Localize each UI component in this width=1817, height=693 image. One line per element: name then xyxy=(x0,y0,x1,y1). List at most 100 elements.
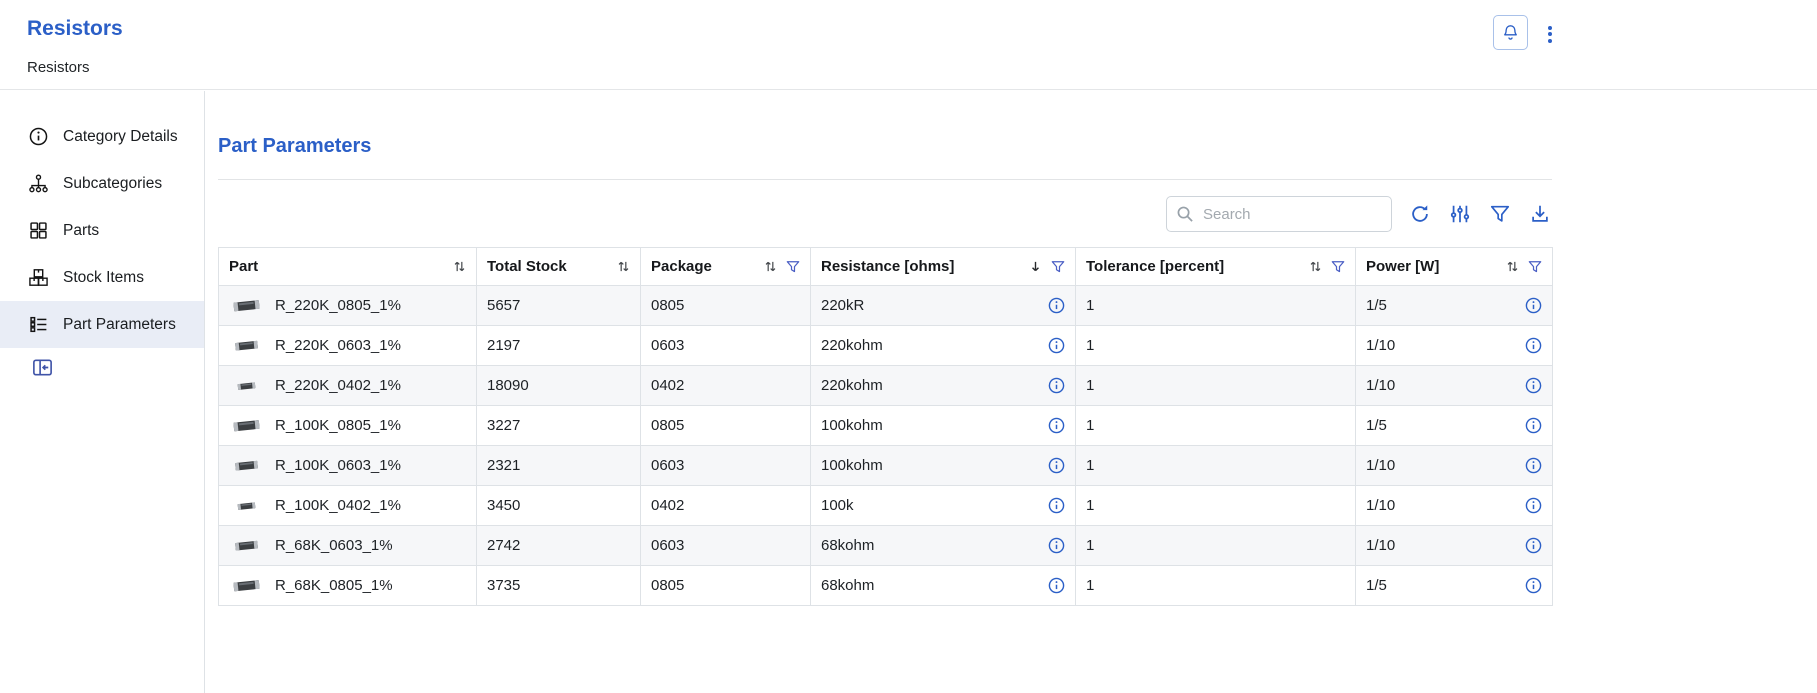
part-name-link[interactable]: R_68K_0805_1% xyxy=(275,577,393,594)
resistance-cell: 100kohm xyxy=(811,406,1076,446)
info-icon[interactable] xyxy=(1524,297,1542,315)
info-icon[interactable] xyxy=(1047,537,1065,555)
info-icon[interactable] xyxy=(1047,377,1065,395)
breadcrumb[interactable]: Resistors xyxy=(27,59,90,76)
info-icon[interactable] xyxy=(1524,577,1542,595)
section-title: Part Parameters xyxy=(218,134,1817,158)
resistance-cell: 100k xyxy=(811,486,1076,526)
column-header-resistance[interactable]: Resistance [ohms] xyxy=(811,248,1076,286)
info-icon[interactable] xyxy=(1524,537,1542,555)
info-icon[interactable] xyxy=(1524,417,1542,435)
notifications-button[interactable] xyxy=(1493,15,1528,50)
sidebar-item-parts[interactable]: Parts xyxy=(0,207,204,254)
main-panel: Part Parameters xyxy=(206,91,1817,693)
collapse-sidebar-button[interactable] xyxy=(30,355,54,379)
power-cell: 1/10 xyxy=(1356,486,1553,526)
resistance-cell: 220kohm xyxy=(811,326,1076,366)
search-input[interactable] xyxy=(1166,196,1392,232)
power-cell: 1/10 xyxy=(1356,326,1553,366)
sidebar-item-label: Stock Items xyxy=(63,269,144,287)
info-icon[interactable] xyxy=(1047,337,1065,355)
table-row[interactable]: R_68K_0805_1% 3735 0805 68kohm 1 1/5 xyxy=(219,566,1553,606)
info-icon[interactable] xyxy=(1524,497,1542,515)
filter-button[interactable] xyxy=(1488,202,1512,226)
part-name-link[interactable]: R_100K_0402_1% xyxy=(275,497,401,514)
table-settings-button[interactable] xyxy=(1448,202,1472,226)
total-stock-cell: 2742 xyxy=(477,526,641,566)
search-box xyxy=(1166,196,1392,232)
table-row[interactable]: R_100K_0805_1% 3227 0805 100kohm 1 1/5 xyxy=(219,406,1553,446)
resistance-cell: 68kohm xyxy=(811,566,1076,606)
filter-icon xyxy=(1489,203,1511,225)
sort-desc-icon[interactable] xyxy=(1029,260,1042,273)
resistance-cell: 220kR xyxy=(811,286,1076,326)
download-icon xyxy=(1529,203,1551,225)
table-row[interactable]: R_100K_0603_1% 2321 0603 100kohm 1 1/10 xyxy=(219,446,1553,486)
package-cell: 0402 xyxy=(641,366,811,406)
column-header-total-stock[interactable]: Total Stock xyxy=(477,248,641,286)
page-title: Resistors xyxy=(27,17,123,41)
table-body: R_220K_0805_1% 5657 0805 220kR 1 1/5 xyxy=(219,286,1553,606)
info-icon[interactable] xyxy=(1047,417,1065,435)
sidebar-item-subcategories[interactable]: Subcategories xyxy=(0,160,204,207)
tolerance-cell: 1 xyxy=(1076,446,1356,486)
sort-icon[interactable] xyxy=(453,260,466,273)
info-icon[interactable] xyxy=(1047,497,1065,515)
sliders-icon xyxy=(1449,203,1471,225)
info-icon[interactable] xyxy=(1524,457,1542,475)
package-cell: 0805 xyxy=(641,406,811,446)
sort-icon[interactable] xyxy=(764,260,777,273)
download-button[interactable] xyxy=(1528,202,1552,226)
part-thumbnail-image xyxy=(229,381,263,391)
sort-icon[interactable] xyxy=(1309,260,1322,273)
part-name-link[interactable]: R_220K_0805_1% xyxy=(275,297,401,314)
column-filter-icon[interactable] xyxy=(1051,260,1065,274)
sidebar-item-part-parameters[interactable]: Part Parameters xyxy=(0,301,204,348)
part-name-link[interactable]: R_220K_0402_1% xyxy=(275,377,401,394)
column-header-package[interactable]: Package xyxy=(641,248,811,286)
column-filter-icon[interactable] xyxy=(786,260,800,274)
resistance-cell: 220kohm xyxy=(811,366,1076,406)
column-header-power[interactable]: Power [W] xyxy=(1356,248,1553,286)
total-stock-cell: 3227 xyxy=(477,406,641,446)
refresh-button[interactable] xyxy=(1408,202,1432,226)
sort-icon[interactable] xyxy=(1506,260,1519,273)
sidebar-item-label: Part Parameters xyxy=(63,316,176,334)
resistance-cell: 100kohm xyxy=(811,446,1076,486)
total-stock-cell: 3450 xyxy=(477,486,641,526)
package-cell: 0603 xyxy=(641,326,811,366)
grid-icon xyxy=(28,220,49,241)
info-icon[interactable] xyxy=(1047,457,1065,475)
column-filter-icon[interactable] xyxy=(1331,260,1345,274)
table-row[interactable]: R_100K_0402_1% 3450 0402 100k 1 1/10 xyxy=(219,486,1553,526)
power-cell: 1/5 xyxy=(1356,406,1553,446)
table-row[interactable]: R_220K_0805_1% 5657 0805 220kR 1 1/5 xyxy=(219,286,1553,326)
info-icon[interactable] xyxy=(1047,297,1065,315)
kebab-menu-button[interactable] xyxy=(1540,19,1560,49)
table-row[interactable]: R_220K_0402_1% 18090 0402 220kohm 1 1/10 xyxy=(219,366,1553,406)
sidebar-item-label: Category Details xyxy=(63,128,178,146)
package-cell: 0603 xyxy=(641,526,811,566)
bell-icon xyxy=(1501,23,1520,42)
table-row[interactable]: R_68K_0603_1% 2742 0603 68kohm 1 1/10 xyxy=(219,526,1553,566)
sidebar-item-category-details[interactable]: Category Details xyxy=(0,113,204,160)
part-name-link[interactable]: R_100K_0805_1% xyxy=(275,417,401,434)
tolerance-cell: 1 xyxy=(1076,566,1356,606)
column-filter-icon[interactable] xyxy=(1528,260,1542,274)
part-name-link[interactable]: R_100K_0603_1% xyxy=(275,457,401,474)
power-cell: 1/5 xyxy=(1356,286,1553,326)
column-header-tolerance[interactable]: Tolerance [percent] xyxy=(1076,248,1356,286)
table-row[interactable]: R_220K_0603_1% 2197 0603 220kohm 1 1/10 xyxy=(219,326,1553,366)
info-icon[interactable] xyxy=(1524,337,1542,355)
info-icon[interactable] xyxy=(1524,377,1542,395)
tolerance-cell: 1 xyxy=(1076,526,1356,566)
total-stock-cell: 18090 xyxy=(477,366,641,406)
column-header-part[interactable]: Part xyxy=(219,248,477,286)
resistance-cell: 68kohm xyxy=(811,526,1076,566)
info-icon[interactable] xyxy=(1047,577,1065,595)
sort-icon[interactable] xyxy=(617,260,630,273)
part-name-link[interactable]: R_220K_0603_1% xyxy=(275,337,401,354)
part-name-link[interactable]: R_68K_0603_1% xyxy=(275,537,393,554)
sidebar-item-stock-items[interactable]: Stock Items xyxy=(0,254,204,301)
package-cell: 0603 xyxy=(641,446,811,486)
